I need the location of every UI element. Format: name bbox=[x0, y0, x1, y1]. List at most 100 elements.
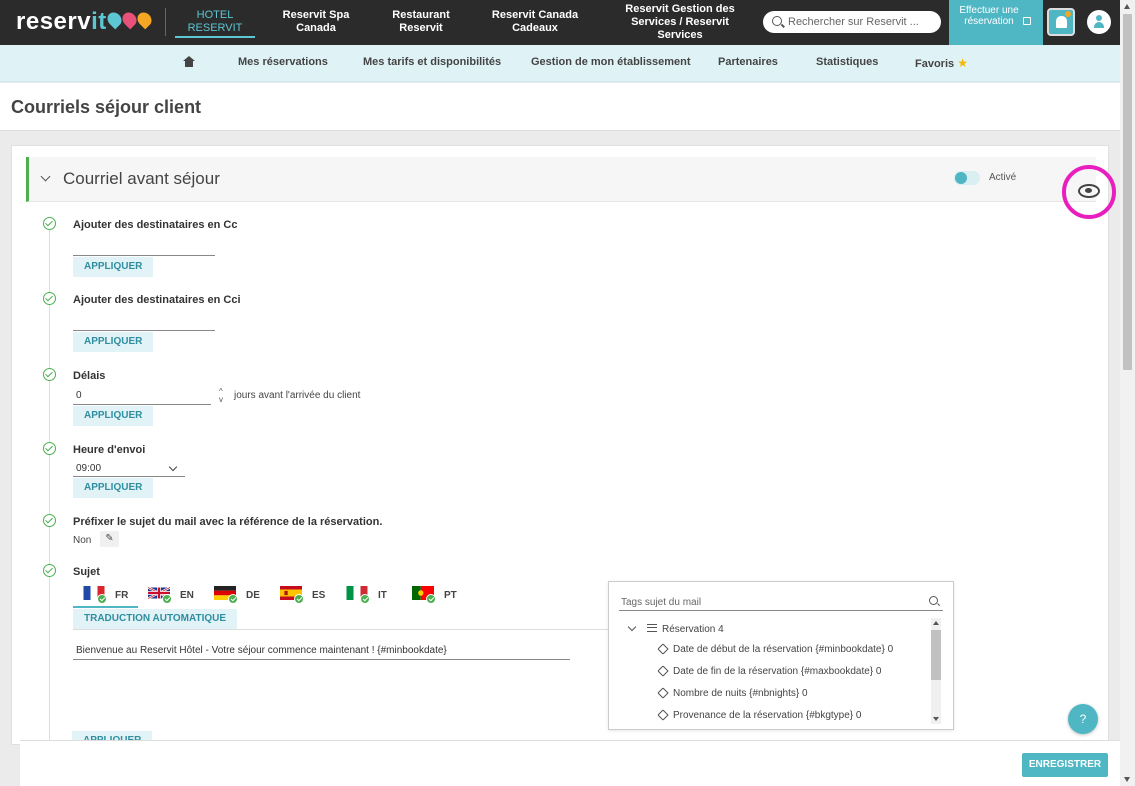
help-button[interactable]: ? bbox=[1068, 704, 1098, 734]
tags-search-line bbox=[619, 610, 943, 611]
check-circle-icon bbox=[43, 217, 56, 230]
subnav-partenaires[interactable]: Partenaires bbox=[718, 56, 778, 68]
toggle-label: Activé bbox=[989, 172, 1017, 183]
tags-scrollbar[interactable] bbox=[931, 618, 941, 724]
page-scrollbar[interactable] bbox=[1120, 0, 1135, 786]
apply-subject-button[interactable]: APPLIQUER bbox=[72, 731, 153, 740]
save-button[interactable]: ENREGISTRER bbox=[1022, 753, 1108, 777]
chevron-down-icon[interactable] bbox=[627, 622, 637, 632]
user-menu-button[interactable] bbox=[1087, 10, 1111, 34]
tree-root-reservation[interactable]: Réservation 4 bbox=[662, 624, 724, 635]
check-badge-icon bbox=[162, 594, 172, 604]
prefix-label: Préfixer le sujet du mail avec la référe… bbox=[73, 516, 383, 528]
scroll-down-icon[interactable] bbox=[933, 717, 939, 721]
apply-send-time-button[interactable]: APPLIQUER bbox=[73, 478, 154, 498]
subnav-reservations[interactable]: Mes réservations bbox=[238, 56, 328, 68]
notification-badge bbox=[1065, 11, 1071, 17]
home-icon[interactable] bbox=[183, 56, 195, 67]
check-circle-icon bbox=[43, 442, 56, 455]
tags-panel: Tags sujet du mail Réservation 4 Date de… bbox=[608, 581, 954, 730]
send-time-label: Heure d'envoi bbox=[73, 444, 146, 456]
topnav-hotel-reservit[interactable]: HOTEL RESERVIT bbox=[175, 9, 255, 38]
calendar-icon bbox=[1023, 17, 1031, 25]
notifications-button[interactable] bbox=[1047, 8, 1075, 36]
preview-highlight[interactable] bbox=[1062, 165, 1116, 219]
save-bar: ENREGISTRER bbox=[20, 740, 1120, 786]
user-icon bbox=[1094, 15, 1104, 29]
make-reservation-button[interactable]: Effectuer une réservation bbox=[949, 0, 1043, 45]
tab-lang-fr[interactable]: FR bbox=[73, 583, 138, 608]
subnav-favoris[interactable]: Favoris ★ bbox=[915, 56, 968, 70]
star-icon: ★ bbox=[957, 56, 968, 70]
tags-search-input[interactable]: Tags sujet du mail bbox=[621, 597, 701, 608]
subject-label: Sujet bbox=[73, 566, 100, 578]
apply-cc-button[interactable]: APPLIQUER bbox=[73, 257, 154, 277]
email-settings-panel: Courriel avant séjour Activé Ajouter des… bbox=[11, 145, 1116, 745]
subject-input[interactable]: Bienvenue au Reservit Hôtel - Votre séjo… bbox=[76, 645, 447, 656]
apply-cci-button[interactable]: APPLIQUER bbox=[73, 332, 154, 352]
tag-icon bbox=[657, 687, 669, 699]
prefix-value: Non bbox=[73, 535, 92, 546]
list-icon bbox=[647, 624, 657, 632]
tab-lang-es[interactable]: ES bbox=[270, 583, 336, 608]
cci-label: Ajouter des destinataires en Cci bbox=[73, 294, 241, 306]
check-circle-icon bbox=[43, 292, 56, 305]
apply-delay-button[interactable]: APPLIQUER bbox=[73, 406, 154, 426]
edit-pencil-icon[interactable]: ✎ bbox=[100, 531, 119, 547]
tag-icon bbox=[657, 709, 669, 721]
top-bar: reservit HOTEL RESERVIT Reservit Spa Can… bbox=[0, 0, 1120, 45]
active-toggle[interactable] bbox=[954, 171, 980, 185]
bell-icon bbox=[1056, 16, 1067, 28]
delay-label: Délais bbox=[73, 370, 106, 382]
chevron-down-icon[interactable] bbox=[40, 171, 51, 182]
tab-lang-it[interactable]: IT bbox=[336, 583, 402, 608]
page-title: Courriels séjour client bbox=[11, 97, 202, 117]
delay-stepper[interactable]: ^ v bbox=[219, 388, 223, 404]
delay-input-line bbox=[73, 404, 211, 405]
tag-icon bbox=[657, 665, 669, 677]
tab-lang-de[interactable]: DE bbox=[204, 583, 270, 608]
section-header[interactable]: Courriel avant séjour Activé bbox=[26, 157, 1116, 219]
subject-editor[interactable]: Bienvenue au Reservit Hôtel - Votre séjo… bbox=[73, 629, 610, 739]
topnav-canada-cadeaux[interactable]: Reservit Canada Cadeaux bbox=[485, 9, 585, 35]
secondary-nav: Mes réservations Mes tarifs et disponibi… bbox=[0, 45, 1120, 82]
send-time-line bbox=[73, 476, 185, 477]
check-badge-icon bbox=[294, 594, 304, 604]
check-badge-icon bbox=[97, 594, 107, 604]
topnav-restaurant[interactable]: Restaurant Reservit bbox=[381, 9, 461, 35]
divider bbox=[165, 8, 166, 36]
subnav-tarifs[interactable]: Mes tarifs et disponibilités bbox=[363, 56, 501, 68]
chevron-down-icon[interactable] bbox=[168, 462, 178, 472]
cc-input[interactable] bbox=[73, 255, 215, 256]
eye-icon[interactable] bbox=[1078, 184, 1100, 198]
tab-lang-en[interactable]: EN bbox=[138, 583, 204, 608]
cc-label: Ajouter des destinataires en Cc bbox=[73, 219, 238, 231]
check-circle-icon bbox=[43, 368, 56, 381]
subject-input-line bbox=[73, 659, 570, 660]
scroll-thumb[interactable] bbox=[931, 630, 941, 680]
delay-input[interactable]: 0 bbox=[76, 390, 82, 401]
subnav-statistiques[interactable]: Statistiques bbox=[816, 56, 878, 68]
subnav-gestion[interactable]: Gestion de mon établissement bbox=[531, 56, 691, 68]
check-badge-icon bbox=[228, 594, 238, 604]
reservit-logo[interactable]: reservit bbox=[16, 8, 107, 36]
scroll-up-icon[interactable] bbox=[933, 621, 939, 625]
topnav-spa-canada[interactable]: Reservit Spa Canada bbox=[276, 9, 356, 35]
check-circle-icon bbox=[43, 514, 56, 527]
search-icon[interactable] bbox=[929, 596, 938, 605]
section-title: Courriel avant séjour bbox=[63, 169, 220, 188]
auto-translate-button[interactable]: TRADUCTION AUTOMATIQUE bbox=[73, 609, 238, 629]
tag-icon bbox=[657, 643, 669, 655]
scroll-up-icon[interactable] bbox=[1124, 4, 1130, 9]
page-header: Courriels séjour client bbox=[0, 83, 1120, 131]
cci-input[interactable] bbox=[73, 330, 215, 331]
topnav-gestion-services[interactable]: Reservit Gestion des Services / Reservit… bbox=[618, 3, 742, 41]
scroll-thumb[interactable] bbox=[1123, 14, 1132, 370]
check-badge-icon bbox=[360, 594, 370, 604]
toggle-knob bbox=[955, 172, 967, 184]
send-time-select[interactable]: 09:00 bbox=[76, 463, 101, 474]
check-circle-icon bbox=[43, 564, 56, 577]
search-input[interactable]: Rechercher sur Reservit ... bbox=[763, 11, 941, 33]
tab-lang-pt[interactable]: PT bbox=[402, 583, 468, 608]
scroll-down-icon[interactable] bbox=[1124, 777, 1130, 782]
